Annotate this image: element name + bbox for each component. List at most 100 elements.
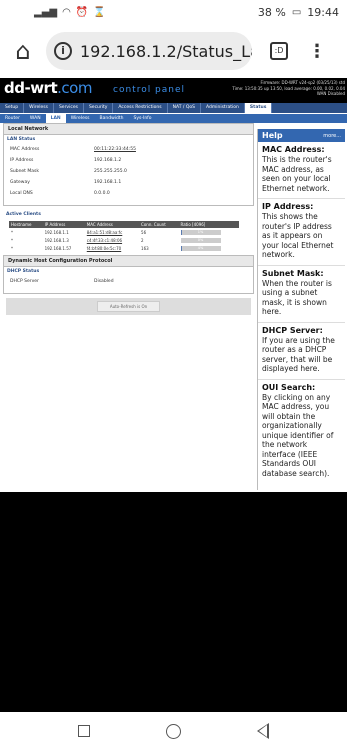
- status-icons-right: 38 % ▭ 19:44: [258, 6, 339, 19]
- android-navigation-bar: [0, 712, 347, 750]
- ddwrt-header: dd-wrt.com control panel Firmware: DD-WR…: [0, 78, 347, 103]
- android-status-bar: ▂▄▆ ◠ ⏰ ⌛ 38 % ▭ 19:44: [0, 0, 347, 24]
- home-nav-icon[interactable]: [166, 723, 181, 739]
- row-label: DHCP Server: [10, 279, 39, 284]
- ratio-cell: 0%: [179, 236, 239, 244]
- battery-percent: 38 %: [257, 5, 286, 19]
- help-item-ip: IP Address: This shows the router's IP a…: [258, 199, 345, 266]
- help-more-link[interactable]: more...: [323, 133, 341, 139]
- tab-security[interactable]: Security: [84, 103, 114, 113]
- tab-access-restrictions[interactable]: Access Restrictions: [113, 103, 168, 113]
- tab-switcher-button[interactable]: :D: [270, 42, 288, 60]
- help-panel: Help more... MAC Address: This is the ro…: [257, 129, 345, 490]
- hostname-cell: *: [11, 229, 13, 235]
- tab-status[interactable]: Status: [244, 103, 273, 113]
- ratio-text: 1%: [197, 229, 204, 234]
- row-value: 192.168.1.1: [94, 180, 122, 185]
- ratio-text: 4%: [197, 245, 204, 250]
- ip-cell: 192.168.1.3: [44, 237, 69, 243]
- tab-services[interactable]: Services: [54, 103, 84, 113]
- row-label: Local DNS: [10, 191, 33, 196]
- row-value: 192.168.1.2: [94, 158, 122, 163]
- help-item-text: This is the router's MAC address, as see…: [262, 155, 332, 193]
- signal-icon: ▂▄▆: [34, 6, 58, 18]
- subtab-router[interactable]: Router: [0, 114, 25, 123]
- sub-tabs: Router WAN LAN Wireless Bandwidth Sys-In…: [0, 113, 347, 123]
- count-cell: 56: [141, 229, 147, 235]
- active-clients-table: Hostname IP Address MAC Address Conn. Co…: [9, 221, 239, 252]
- info-icon[interactable]: i: [54, 42, 72, 60]
- subtab-sys-info[interactable]: Sys-Info: [129, 114, 157, 123]
- ratio-text: 0%: [197, 237, 204, 242]
- count-cell: 163: [141, 245, 149, 251]
- lan-row-dns: Local DNS 0.0.0.0: [4, 188, 253, 199]
- mac-link[interactable]: f4:bf:80:0e:5c:70: [85, 244, 139, 252]
- ratio-cell: 1%: [179, 228, 239, 236]
- hostname-cell: *: [11, 245, 13, 251]
- lan-row-subnet: Subnet Mask 255.255.255.0: [4, 166, 253, 177]
- mac-address-link[interactable]: 00:11:22:33:44:55: [94, 147, 136, 152]
- control-panel-label: control panel: [113, 85, 186, 95]
- ddwrt-logo[interactable]: dd-wrt.com: [4, 79, 92, 97]
- page-background: [0, 492, 347, 712]
- url-text: 192.168.1.2/Status_La: [80, 41, 252, 61]
- help-item-title: DHCP Server:: [262, 325, 323, 335]
- column-header: MAC Address: [84, 221, 140, 228]
- tab-setup[interactable]: Setup: [0, 103, 25, 113]
- main-tabs: Setup Wireless Services Security Access …: [0, 103, 347, 113]
- mac-link[interactable]: c4:4f:33:c1:48:06: [85, 236, 139, 244]
- tab-nat-qos[interactable]: NAT / QoS: [168, 103, 201, 113]
- subtab-lan[interactable]: LAN: [45, 114, 66, 123]
- ratio-bar: 4%: [180, 245, 221, 251]
- help-item-title: IP Address:: [262, 202, 314, 211]
- column-header: Conn. Count: [139, 221, 179, 228]
- active-clients-section: Active Clients Hostname IP Address MAC A…: [3, 210, 254, 252]
- local-network-section: Local Network LAN Status MAC Address 00:…: [3, 123, 254, 206]
- help-item-mac: MAC Address: This is the router's MAC ad…: [258, 142, 345, 199]
- subtab-wan[interactable]: WAN: [25, 114, 46, 123]
- battery-icon: ▭: [291, 6, 302, 18]
- dhcp-section: Dynamic Host Configuration Protocol DHCP…: [3, 255, 254, 294]
- home-icon[interactable]: ⌂: [0, 37, 46, 65]
- main-content: Local Network LAN Status MAC Address 00:…: [3, 123, 254, 315]
- help-item-text: By clicking on any MAC address, you will…: [262, 392, 334, 478]
- row-label: MAC Address: [10, 147, 40, 152]
- subtab-wireless[interactable]: Wireless: [66, 114, 95, 123]
- recent-apps-icon[interactable]: [78, 725, 90, 737]
- active-clients-title: Active Clients: [6, 212, 41, 217]
- hostname-cell: *: [11, 237, 13, 243]
- column-header: Hostname: [9, 221, 43, 228]
- address-bar[interactable]: i 192.168.1.2/Status_La: [46, 32, 252, 70]
- lan-row-mac: MAC Address 00:11:22:33:44:55: [4, 144, 253, 155]
- dhcp-status-title: DHCP Status: [7, 269, 40, 274]
- ratio-bar: 1%: [180, 229, 221, 235]
- lan-row-gateway: Gateway 192.168.1.1: [4, 177, 253, 188]
- dhcp-server-row: DHCP Server Disabled: [4, 276, 253, 287]
- auto-refresh-button[interactable]: Auto-Refresh is On: [96, 301, 161, 312]
- table-header-row: Hostname IP Address MAC Address Conn. Co…: [9, 221, 239, 228]
- help-item-text: This shows the router's IP address as it…: [262, 212, 334, 259]
- ip-cell: 192.168.1.1: [44, 229, 69, 235]
- ratio-cell: 4%: [179, 244, 239, 252]
- help-item-dhcp: DHCP Server: If you are using the router…: [258, 323, 345, 380]
- mac-link[interactable]: 84:a1:51:d8:aa:fc: [85, 228, 139, 236]
- tab-administration[interactable]: Administration: [201, 103, 245, 113]
- row-label: IP Address: [10, 158, 34, 163]
- help-header: Help more...: [258, 129, 345, 142]
- browser-toolbar: ⌂ i 192.168.1.2/Status_La :D ⋮: [0, 24, 347, 78]
- row-value: Disabled: [94, 279, 114, 284]
- webpage: dd-wrt.com control panel Firmware: DD-WR…: [0, 78, 347, 492]
- wifi-icon: ◠: [62, 6, 71, 18]
- firmware-info: Firmware: DD-WRT v24-sp2 (03/25/13) std …: [232, 80, 345, 96]
- back-icon[interactable]: [257, 723, 269, 739]
- status-icons-left: ▂▄▆ ◠ ⏰ ⌛: [34, 7, 106, 18]
- overflow-menu-icon[interactable]: ⋮: [308, 41, 326, 62]
- count-cell: 2: [141, 237, 144, 243]
- subtab-bandwidth[interactable]: Bandwidth: [95, 114, 129, 123]
- section-title: Local Network: [4, 124, 253, 135]
- lan-status-title: LAN Status: [7, 137, 36, 142]
- row-label: Gateway: [10, 180, 30, 185]
- row-value: 255.255.255.0: [94, 169, 127, 174]
- tab-wireless[interactable]: Wireless: [24, 103, 54, 113]
- column-header: Ratio [4096]: [178, 221, 239, 228]
